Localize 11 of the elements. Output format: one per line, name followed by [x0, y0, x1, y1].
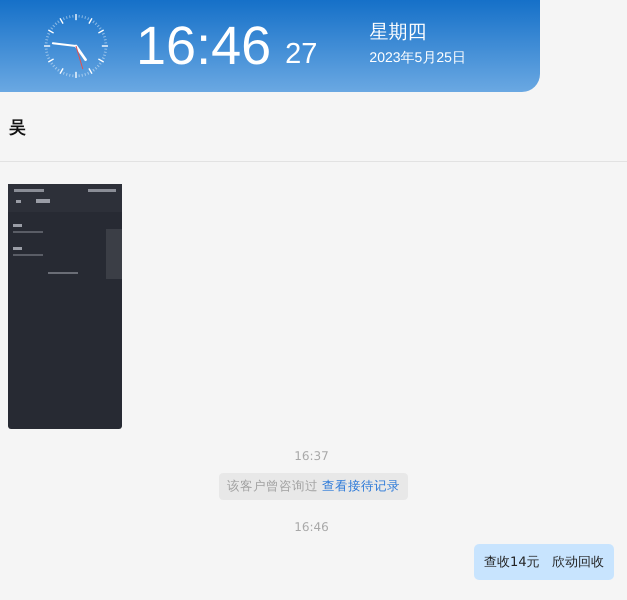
message-time: 16:46 [294, 520, 329, 534]
date: 2023年5月25日 [369, 49, 466, 67]
weekday: 星期四 [369, 20, 428, 45]
history-link[interactable]: 查看接待记录 [322, 478, 400, 493]
message-time: 16:37 [294, 449, 329, 463]
message-bubble: 查收14元 欣动回收 [474, 544, 614, 580]
clock-drawing [42, 12, 110, 80]
system-notice: 该客户曾咨询过 查看接待记录 [219, 473, 408, 500]
clock-time: 16:46 [136, 19, 272, 73]
contact-name: 吴 [9, 117, 26, 139]
clock-seconds: 27 [285, 38, 318, 70]
